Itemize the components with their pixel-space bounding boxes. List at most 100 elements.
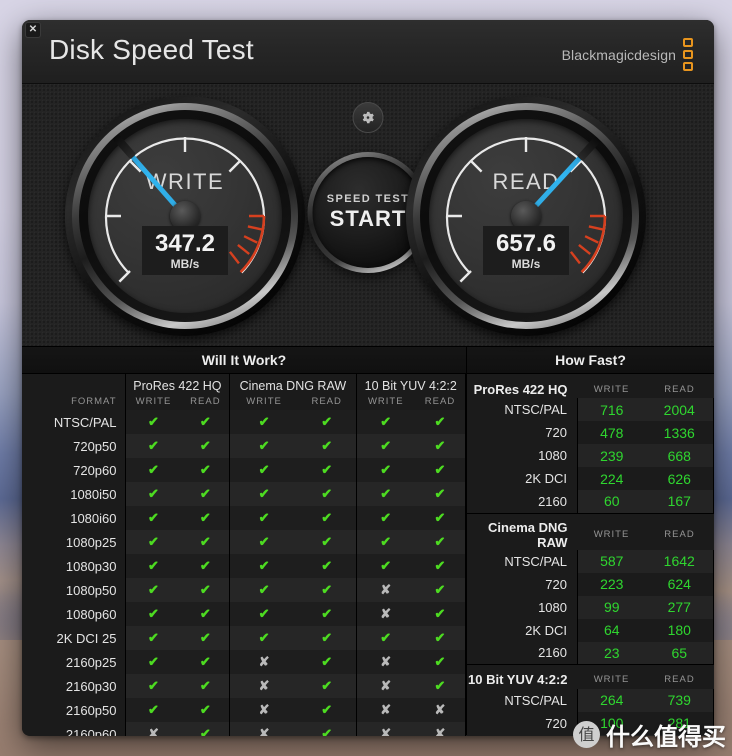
page-title: Disk Speed Test bbox=[49, 34, 254, 65]
read-gauge: READ 657.6 MB/s bbox=[406, 96, 646, 336]
format-label: 1080p60 bbox=[65, 606, 117, 622]
check-icon: ✔ bbox=[181, 602, 230, 626]
format-label: NTSC/PAL bbox=[504, 553, 567, 569]
check-icon: ✔ bbox=[297, 554, 357, 578]
blackmagic-mark-icon bbox=[683, 38, 693, 71]
format-label: 2160p25 bbox=[65, 654, 117, 670]
write-speed-value: 60 bbox=[577, 490, 646, 514]
check-icon: ✔ bbox=[355, 434, 415, 458]
check-icon: ✔ bbox=[181, 410, 230, 434]
check-icon: ✔ bbox=[181, 530, 230, 554]
title-bar: ✕ Disk Speed Test Blackmagicdesign bbox=[22, 20, 714, 84]
table-row: 2160 60 167 bbox=[467, 490, 714, 514]
format-label: 2160 bbox=[467, 490, 578, 514]
check-icon: ✔ bbox=[297, 458, 357, 482]
codec-header-row: 10 Bit YUV 4:2:2 WRITE READ bbox=[467, 665, 714, 689]
write-subheader: WRITE bbox=[593, 529, 630, 540]
read-speed-value: 125 bbox=[645, 734, 714, 736]
table-row: 2160 23 65 bbox=[467, 641, 714, 665]
close-icon[interactable]: ✕ bbox=[25, 22, 41, 38]
table-row: NTSC/PAL 716 2004 bbox=[467, 398, 714, 421]
write-speed-value: 223 bbox=[577, 572, 646, 596]
cross-icon: ✘ bbox=[355, 722, 415, 736]
brand-name: Blackmagicdesign bbox=[561, 46, 676, 63]
format-label: 720 bbox=[545, 576, 567, 592]
check-icon: ✔ bbox=[414, 602, 466, 626]
will-it-work-head: ProRes 422 HQ Cinema DNG RAW 10 Bit YUV … bbox=[22, 374, 467, 410]
format-label: 720 bbox=[545, 425, 567, 440]
will-it-work-body: NTSC/PAL ✔ ✔ ✔ ✔ ✔ ✔ 720p50 ✔ ✔ ✔ ✔ ✔ ✔ 720p60 ✔ ✔ ✔ ✔ ✔ ✔ 10… bbox=[22, 410, 466, 736]
format-label: 720p50 bbox=[73, 438, 117, 454]
write-subheader: WRITE bbox=[124, 393, 182, 410]
write-subheader: WRITE bbox=[593, 383, 630, 395]
check-icon: ✔ bbox=[181, 722, 230, 736]
check-icon: ✔ bbox=[124, 506, 182, 530]
format-label: 2K DCI bbox=[525, 471, 567, 486]
cross-icon: ✘ bbox=[229, 698, 298, 722]
codec-header: Cinema DNG RAW bbox=[229, 374, 357, 393]
table-row: 720 223 624 bbox=[467, 572, 714, 596]
check-icon: ✔ bbox=[124, 650, 182, 674]
read-gauge-label: READ bbox=[492, 169, 560, 194]
codec-header: 10 Bit YUV 4:2:2 bbox=[355, 374, 467, 393]
codec-header: ProRes 422 HQ bbox=[124, 374, 230, 393]
check-icon: ✔ bbox=[297, 434, 357, 458]
codec-header: ProRes 422 HQ bbox=[473, 381, 568, 397]
cross-icon: ✘ bbox=[229, 674, 298, 698]
read-subheader: READ bbox=[664, 529, 695, 540]
cross-icon: ✘ bbox=[414, 698, 466, 722]
read-subheader: READ bbox=[664, 383, 695, 395]
check-icon: ✔ bbox=[297, 530, 357, 554]
write-value-box: 347.2 MB/s bbox=[142, 226, 228, 276]
check-icon: ✔ bbox=[229, 602, 298, 626]
read-speed-value: 277 bbox=[645, 595, 714, 619]
codec-header-row: ProRes 422 HQ WRITE READ bbox=[467, 374, 714, 398]
check-icon: ✔ bbox=[181, 554, 230, 578]
table-row: 720p60 ✔ ✔ ✔ ✔ ✔ ✔ bbox=[22, 458, 466, 482]
codec-header-row: Cinema DNG RAW WRITE READ bbox=[467, 513, 714, 550]
check-icon: ✔ bbox=[124, 698, 182, 722]
table-row: 1080 239 668 bbox=[467, 444, 714, 467]
cross-icon: ✘ bbox=[355, 698, 415, 722]
check-icon: ✔ bbox=[355, 482, 415, 506]
format-label: 1080 bbox=[538, 599, 567, 615]
format-label: 1080i60 bbox=[70, 510, 117, 526]
write-speed-value: 99 bbox=[577, 595, 646, 619]
check-icon: ✔ bbox=[414, 674, 466, 698]
check-icon: ✔ bbox=[297, 698, 357, 722]
gear-icon[interactable] bbox=[352, 102, 384, 133]
table-row: 1080i50 ✔ ✔ ✔ ✔ ✔ ✔ bbox=[22, 482, 466, 506]
read-subheader: READ bbox=[311, 396, 342, 407]
table-row: 2K DCI 64 180 bbox=[467, 618, 714, 642]
codec-header-row: ProRes 422 HQ Cinema DNG RAW 10 Bit YUV … bbox=[22, 374, 467, 393]
check-icon: ✔ bbox=[414, 626, 466, 650]
write-speed-value: 264 bbox=[577, 688, 646, 712]
check-icon: ✔ bbox=[229, 410, 298, 434]
read-value-unit: MB/s bbox=[511, 257, 541, 272]
read-speed-value: 65 bbox=[645, 641, 714, 665]
check-icon: ✔ bbox=[414, 458, 466, 482]
write-subheader: WRITE bbox=[593, 674, 630, 686]
check-icon: ✔ bbox=[229, 554, 298, 578]
check-icon: ✔ bbox=[181, 578, 230, 602]
format-label: 720 bbox=[545, 715, 567, 731]
table-row: 1080p50 ✔ ✔ ✔ ✔ ✘ ✔ bbox=[22, 578, 466, 602]
table-row: 2160p50 ✔ ✔ ✘ ✔ ✘ ✘ bbox=[22, 698, 466, 722]
check-icon: ✔ bbox=[124, 674, 182, 698]
format-label: 1080p25 bbox=[65, 534, 117, 550]
check-icon: ✔ bbox=[124, 482, 182, 506]
check-icon: ✔ bbox=[181, 434, 230, 458]
write-speed-value: 64 bbox=[577, 618, 646, 642]
check-icon: ✔ bbox=[297, 578, 357, 602]
check-icon: ✔ bbox=[414, 410, 466, 434]
write-speed-value: 716 bbox=[577, 398, 646, 421]
check-icon: ✔ bbox=[355, 626, 415, 650]
format-label: 1080p50 bbox=[65, 582, 117, 598]
check-icon: ✔ bbox=[229, 626, 298, 650]
read-speed-value: 668 bbox=[645, 444, 714, 467]
read-subheader: READ bbox=[190, 396, 221, 407]
check-icon: ✔ bbox=[124, 530, 182, 554]
check-icon: ✔ bbox=[124, 410, 182, 434]
read-speed-value: 1336 bbox=[645, 421, 714, 444]
cross-icon: ✘ bbox=[355, 650, 415, 674]
